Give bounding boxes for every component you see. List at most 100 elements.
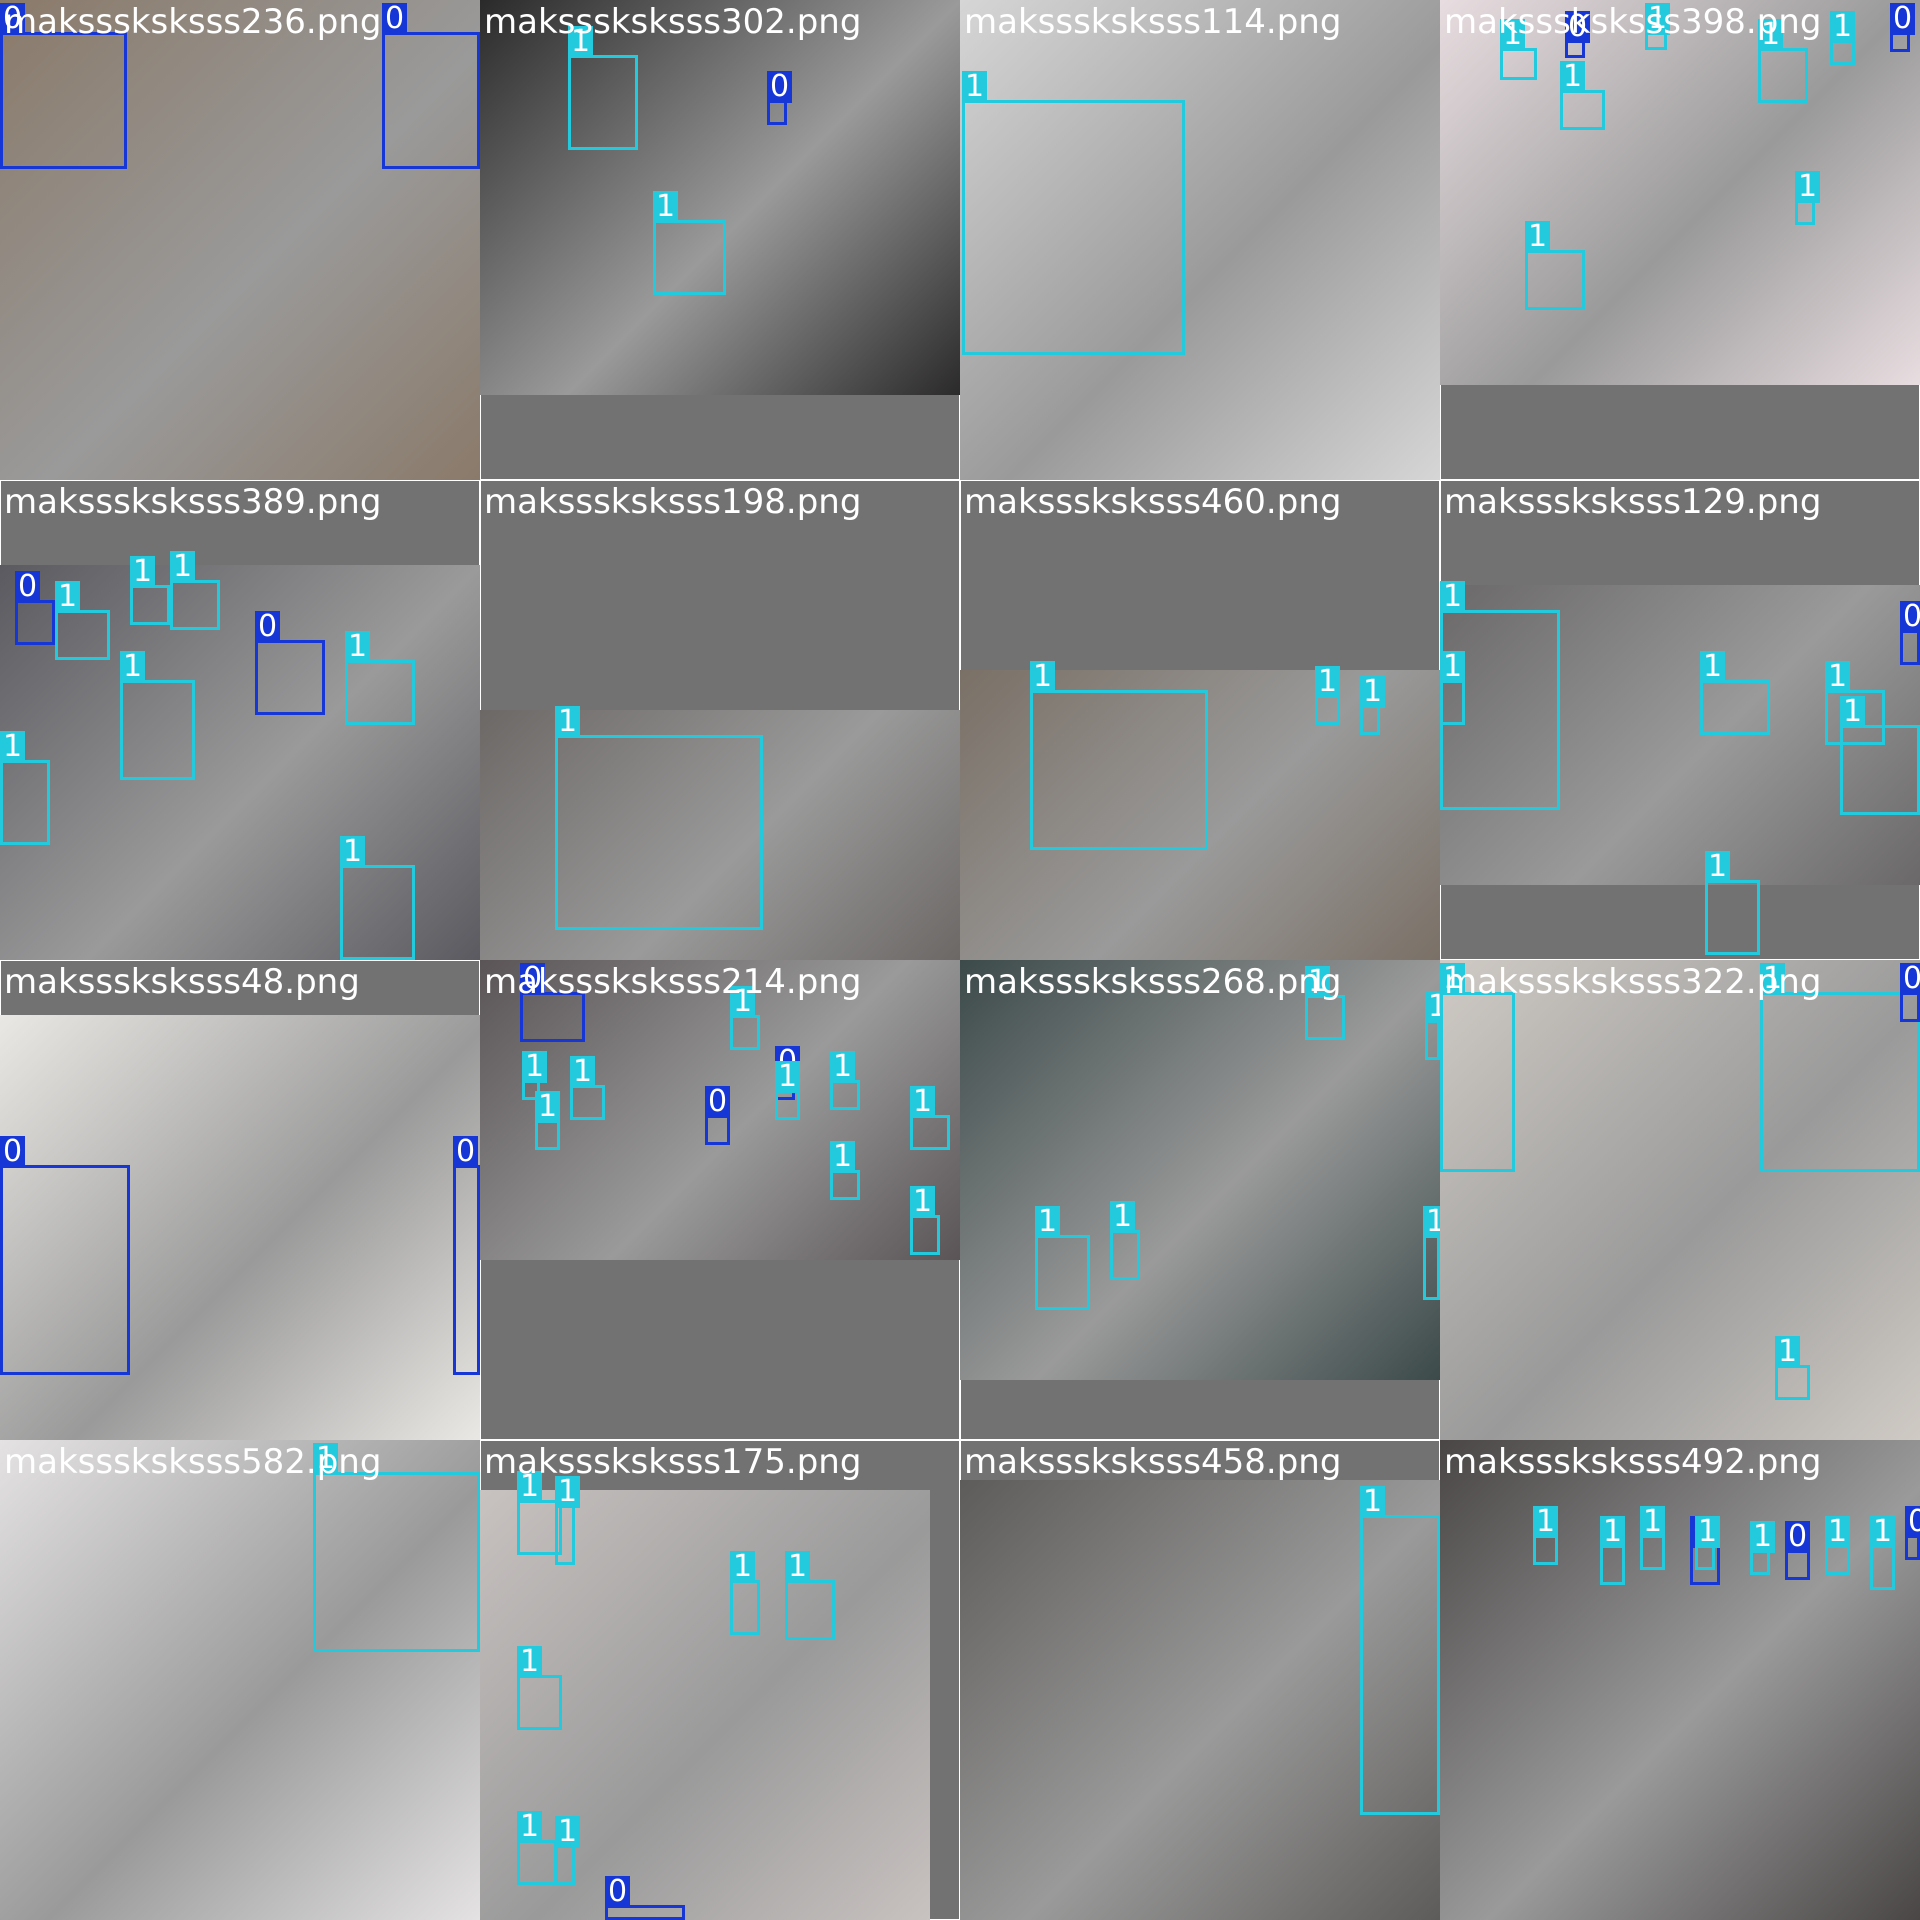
bounding-box-class-label: 1 [1705,851,1731,883]
bounding-box-class-label: 1 [55,581,81,613]
bounding-box-class-label: 1 [1533,1506,1559,1538]
mosaic-tile: maksssksksss322.png 1 1 1 0 [1440,960,1920,1440]
bounding-box-class-1: 1 [1315,666,1341,725]
bounding-box-class-0: 0 [0,3,127,169]
bounding-box-class-1: 1 [1360,1486,1440,1815]
bounding-box-class-label: 1 [1870,1516,1896,1548]
bounding-box-class-label: 1 [1030,661,1056,693]
bounding-box-class-0: 0 [705,1086,731,1145]
bounding-box-class-label: 1 [130,556,156,588]
bounding-box-class-0: 0 [1565,11,1591,58]
bounding-box-class-0: 0 [1890,3,1916,52]
mosaic-tile: maksssksksss398.png 1 1 0 1 1 1 1 1 0 [1440,0,1920,480]
bounding-box-class-label: 1 [1440,581,1466,613]
bounding-box-class-label: 1 [730,1551,756,1583]
bounding-box-class-label: 1 [1840,696,1866,728]
mosaic-tile: maksssksksss458.png 1 [960,1440,1440,1920]
bounding-box-class-1: 1 [0,731,50,845]
tile-photo [1440,1440,1920,1920]
bounding-box-class-1: 1 [1825,1516,1851,1575]
bounding-box-class-label: 1 [1560,61,1586,93]
bounding-box-class-label: 1 [517,1646,543,1678]
bounding-box-class-label: 1 [1600,1516,1626,1548]
bounding-box-class-1: 1 [1533,1506,1559,1565]
bounding-box-class-label: 0 [1900,601,1920,633]
bounding-box-class-0: 0 [605,1876,685,1920]
bounding-box-class-1: 1 [1840,696,1920,815]
bounding-box-class-label: 1 [170,551,196,583]
bounding-box-class-1: 1 [1600,1516,1626,1585]
mosaic-tile: maksssksksss114.png 1 [960,0,1440,480]
bounding-box-class-label: 1 [910,1086,936,1118]
bounding-box-class-1: 1 [730,1551,760,1635]
bounding-box-class-label: 1 [1750,1521,1776,1553]
tile-filename-label: maksssksksss129.png [1444,482,1822,522]
bounding-box-class-1: 1 [1035,1206,1090,1310]
bounding-box-class-label: 1 [830,1141,856,1173]
bounding-box-class-1: 1 [120,651,195,780]
mosaic-tile: maksssksksss48.png 0 0 [0,960,480,1440]
bounding-box-class-1: 1 [653,191,726,295]
bounding-box-class-label: 0 [1785,1521,1811,1553]
mosaic-tile: maksssksksss129.png 1 1 1 0 1 1 1 [1440,480,1920,960]
bounding-box-class-1: 1 [313,1443,480,1652]
tile-filename-label: maksssksksss322.png [1444,962,1822,1002]
bounding-box-class-label: 1 [1775,1336,1801,1368]
bounding-box-class-label: 1 [962,71,988,103]
bounding-box-class-label: 1 [535,1091,561,1123]
bounding-box-class-label: 1 [830,1051,856,1083]
bounding-box-class-1: 1 [1705,851,1760,955]
mosaic-tile: maksssksksss582.png 1 [0,1440,480,1920]
bounding-box-class-label: 1 [1035,1206,1061,1238]
bounding-box-class-label: 1 [1423,1206,1440,1238]
bounding-box-class-label: 1 [1700,651,1726,683]
bounding-box-class-1: 1 [1500,19,1537,80]
bounding-box-class-0: 0 [453,1136,480,1375]
tile-filename-label: maksssksksss268.png [964,962,1342,1002]
bounding-box-class-0: 0 [1900,963,1920,1022]
bounding-box-class-label: 1 [1315,666,1341,698]
mosaic-tile: maksssksksss198.png 1 [480,480,960,960]
bounding-box-class-0: 0 [382,3,480,169]
bounding-box-class-0: 0 [0,1136,130,1375]
bounding-box-class-label: 1 [120,651,146,683]
bounding-box-class-label: 1 [340,836,366,868]
bounding-box-class-1: 1 [1640,1506,1666,1570]
bounding-box-class-label: 1 [1830,11,1856,43]
bounding-box-class-label: 0 [605,1876,631,1908]
bounding-box-class-label: 1 [653,191,679,223]
bounding-box-class-1: 1 [1525,221,1585,310]
tile-filename-label: maksssksksss492.png [1444,1442,1822,1482]
bounding-box-class-label: 1 [517,1811,543,1843]
mosaic-tile: maksssksksss175.png 1 1 1 1 1 1 1 0 [480,1440,960,1920]
bounding-box-class-1: 1 [170,551,220,630]
tile-filename-label: maksssksksss458.png [964,1442,1342,1482]
mosaic-tile: maksssksksss214.png011101101111 [480,960,960,1440]
bounding-box-class-label: 1 [345,631,371,663]
bounding-box-class-label: 1 [1640,1506,1666,1538]
tile-filename-label: maksssksksss398.png [1444,2,1822,42]
bounding-box-class-1: 1 [1560,61,1605,130]
bounding-box-class-0: 0 [1905,1506,1920,1560]
bounding-box-class-1: 1 [1440,963,1515,1172]
bounding-box-class-1: 1 [568,26,638,150]
bounding-box-class-1: 1 [555,1816,581,1885]
bounding-box-class-0: 0 [767,71,793,125]
bounding-box-class-label: 1 [1440,651,1466,683]
bounding-box-class-1: 1 [1775,1336,1810,1400]
bounding-box-class-0: 0 [1900,601,1920,665]
bounding-box-class-1: 1 [535,1091,561,1150]
bounding-box-class-label: 1 [785,1551,811,1583]
bounding-box-class-label: 0 [15,571,41,603]
bounding-box-class-label: 1 [1360,1486,1386,1518]
bounding-box-class-1: 1 [830,1051,860,1110]
bounding-box-class-1: 1 [785,1551,835,1640]
bounding-box-class-label: 1 [555,706,581,738]
mosaic-tile: maksssksksss492.png1110110110 [1440,1440,1920,1920]
bounding-box-class-label: 0 [0,1136,26,1168]
tile-filename-label: maksssksksss460.png [964,482,1342,522]
mosaic-tile: maksssksksss389.png0111101111 [0,480,480,960]
bounding-box-class-label: 1 [0,731,26,763]
bounding-box-class-1: 1 [130,556,170,625]
bounding-box-class-label: 1 [1795,171,1821,203]
